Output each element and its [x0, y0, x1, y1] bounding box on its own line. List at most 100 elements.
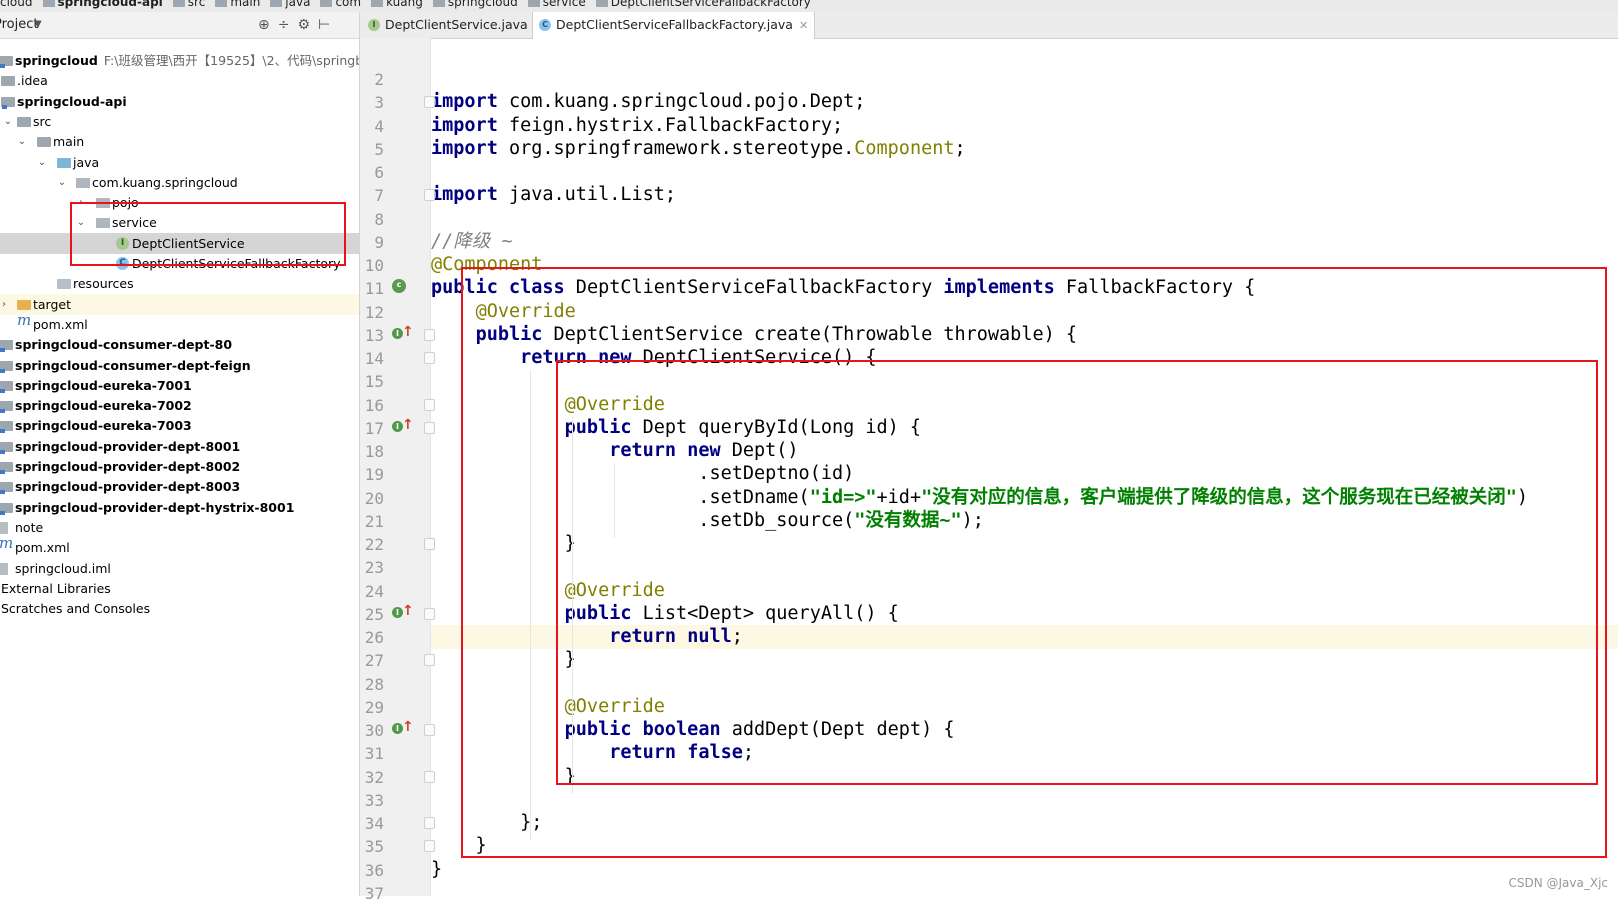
hide-panel-icon[interactable]: ⊢ — [318, 17, 338, 33]
breadcrumb-item[interactable]: com — [320, 0, 362, 9]
tree-item[interactable]: m pom.xml — [0, 312, 359, 335]
package-icon — [76, 177, 90, 188]
breadcrumb-label: springcloud-api — [57, 0, 163, 9]
line-number: 31 — [364, 744, 384, 764]
breadcrumb-item[interactable]: springcloud — [432, 0, 518, 8]
locate-icon[interactable]: ⊕ — [258, 17, 278, 33]
line-number: 20 — [364, 488, 384, 508]
fold-marker-icon[interactable] — [424, 817, 435, 829]
tree-item-label: External Libraries — [1, 580, 111, 596]
tree-item[interactable]: springcloud-eureka-7003 — [0, 415, 359, 436]
breadcrumb-item[interactable]: DeptClientServiceFallbackFactory — [595, 0, 811, 8]
tab-dept-client-service-fallback-factory[interactable]: C DeptClientServiceFallbackFactory.java ✕ — [532, 12, 816, 39]
fold-marker-icon[interactable] — [424, 770, 435, 783]
view-dropdown-icon[interactable]: ▼ — [34, 12, 42, 38]
line-number: 34 — [364, 814, 384, 833]
tree-item[interactable]: springcloud-eureka-7002 — [0, 395, 359, 416]
tree-item[interactable]: resources — [0, 273, 359, 294]
tree-item[interactable]: ⌄ com.kuang.springcloud — [0, 172, 359, 193]
package-icon — [96, 218, 110, 229]
tree-item-label: springcloud-api — [17, 93, 127, 109]
tree-item[interactable]: .idea — [0, 70, 359, 91]
fold-marker-icon[interactable] — [424, 398, 435, 411]
tree-item[interactable]: Scratches and Consoles — [0, 598, 359, 619]
gear-icon[interactable]: ⚙ — [297, 17, 318, 33]
fold-marker-icon[interactable] — [424, 724, 435, 736]
code-editor[interactable]: import com.kuang.springcloud.pojo.Dept; i… — [431, 38, 1618, 896]
code-text: }; — [431, 812, 543, 833]
tree-item[interactable]: springcloud-provider-dept-8001 — [0, 436, 359, 457]
tree-item[interactable]: springcloud-eureka-7001 — [0, 375, 359, 396]
tree-item[interactable]: C DeptClientServiceFallbackFactory — [0, 253, 359, 274]
override-marker-icon[interactable]: I ↑ — [392, 603, 414, 621]
tree-item[interactable]: springcloud.iml — [0, 558, 359, 579]
tree-item[interactable]: ⌄ src — [0, 111, 359, 132]
fold-marker-icon[interactable] — [424, 328, 435, 341]
breadcrumb-item[interactable]: java — [270, 0, 310, 8]
project-view-title[interactable]: Project — [0, 12, 38, 38]
fold-marker-icon[interactable] — [424, 607, 435, 620]
breadcrumb-item[interactable]: springcloud-api — [42, 0, 163, 9]
tree-item[interactable]: note — [0, 517, 359, 538]
package-icon — [96, 198, 110, 209]
breadcrumb-item[interactable]: src — [172, 0, 205, 8]
collapse-all-icon[interactable]: ÷ — [278, 17, 298, 33]
fold-marker-icon[interactable] — [424, 840, 435, 853]
tree-item[interactable]: springcloud-provider-dept-hystrix-8001 — [0, 497, 359, 518]
override-marker-icon[interactable]: I ↑ — [392, 719, 414, 737]
tree-item[interactable]: ⌄ java — [0, 152, 359, 173]
chevron-right-icon[interactable]: › — [75, 192, 87, 213]
chevron-down-icon[interactable]: ⌄ — [75, 212, 87, 233]
tree-item[interactable]: springcloud-api — [0, 91, 359, 112]
chevron-down-icon[interactable]: ⌄ — [16, 131, 28, 152]
fold-marker-icon[interactable] — [424, 538, 435, 550]
tree-item[interactable]: I DeptClientService — [0, 232, 359, 254]
chevron-right-icon[interactable]: › — [0, 294, 10, 315]
tree-item[interactable]: ⌄ main — [0, 131, 359, 152]
tree-item[interactable]: › pojo — [0, 192, 359, 213]
close-icon[interactable]: ✕ — [799, 19, 808, 32]
chevron-down-icon[interactable]: ⌄ — [56, 172, 68, 193]
breadcrumb-item[interactable]: cloud — [0, 0, 33, 8]
override-marker-icon[interactable]: I ↑ — [392, 417, 414, 435]
tree-item[interactable]: springcloud F:\班级管理\西开【19525】\2、代码\spring… — [0, 50, 359, 71]
tree-item-label: springcloud-consumer-dept-feign — [15, 357, 251, 373]
implements-marker-icon[interactable]: c — [392, 277, 410, 295]
breadcrumb-label: main — [230, 0, 261, 9]
override-marker-icon[interactable]: I ↑ — [392, 324, 414, 342]
tree-item[interactable]: ⌄ service — [0, 212, 359, 233]
tree-item[interactable]: springcloud-consumer-dept-80 — [0, 334, 359, 355]
breadcrumb-label: com — [335, 0, 362, 9]
line-number: 21 — [364, 511, 384, 531]
code-text: //降级 ~ — [431, 230, 513, 252]
fold-marker-icon[interactable] — [424, 352, 435, 364]
tree-item[interactable]: External Libraries — [0, 578, 359, 599]
navigation-breadcrumb: cloud springcloud-api src main java com kuang s… — [0, 0, 1618, 12]
code-line: @Component — [431, 253, 1618, 277]
tab-dept-client-service[interactable]: IDeptClientService.java✕ — [368, 12, 543, 38]
breadcrumb-item[interactable]: service — [527, 0, 586, 8]
tree-item[interactable]: springcloud-provider-dept-8003 — [0, 476, 359, 497]
tree-item-label: springcloud-consumer-dept-80 — [15, 337, 233, 353]
tree-item[interactable]: m pom.xml — [0, 536, 359, 558]
fold-marker-icon[interactable] — [424, 654, 435, 667]
code-line: return false; — [431, 741, 1618, 765]
tree-item-label: pom.xml — [15, 540, 70, 556]
code-line: } — [431, 765, 1618, 789]
tree-item[interactable]: springcloud-provider-dept-8002 — [0, 456, 359, 477]
module-icon — [0, 462, 13, 474]
editor-gutter: 2 3 4 5 6 7 8 9 10 11 12 13 14 15 16 17 18 19 20 21 22 23 24 25… — [360, 38, 431, 903]
line-number: 17 — [364, 418, 384, 438]
fold-marker-icon[interactable] — [424, 421, 435, 434]
breadcrumb-item[interactable]: kuang — [371, 0, 423, 8]
project-panel-actions: ⊕÷⚙⊢ — [258, 12, 338, 38]
fold-marker-icon[interactable] — [424, 189, 435, 202]
fold-marker-icon[interactable] — [424, 96, 435, 109]
line-number: 35 — [364, 837, 384, 857]
chevron-down-icon[interactable]: ⌄ — [36, 152, 48, 173]
chevron-down-icon[interactable]: ⌄ — [2, 111, 14, 132]
breadcrumb-item[interactable]: main — [215, 0, 261, 9]
tree-item[interactable]: springcloud-consumer-dept-feign — [0, 355, 359, 376]
tree-item[interactable]: › target — [0, 293, 359, 315]
